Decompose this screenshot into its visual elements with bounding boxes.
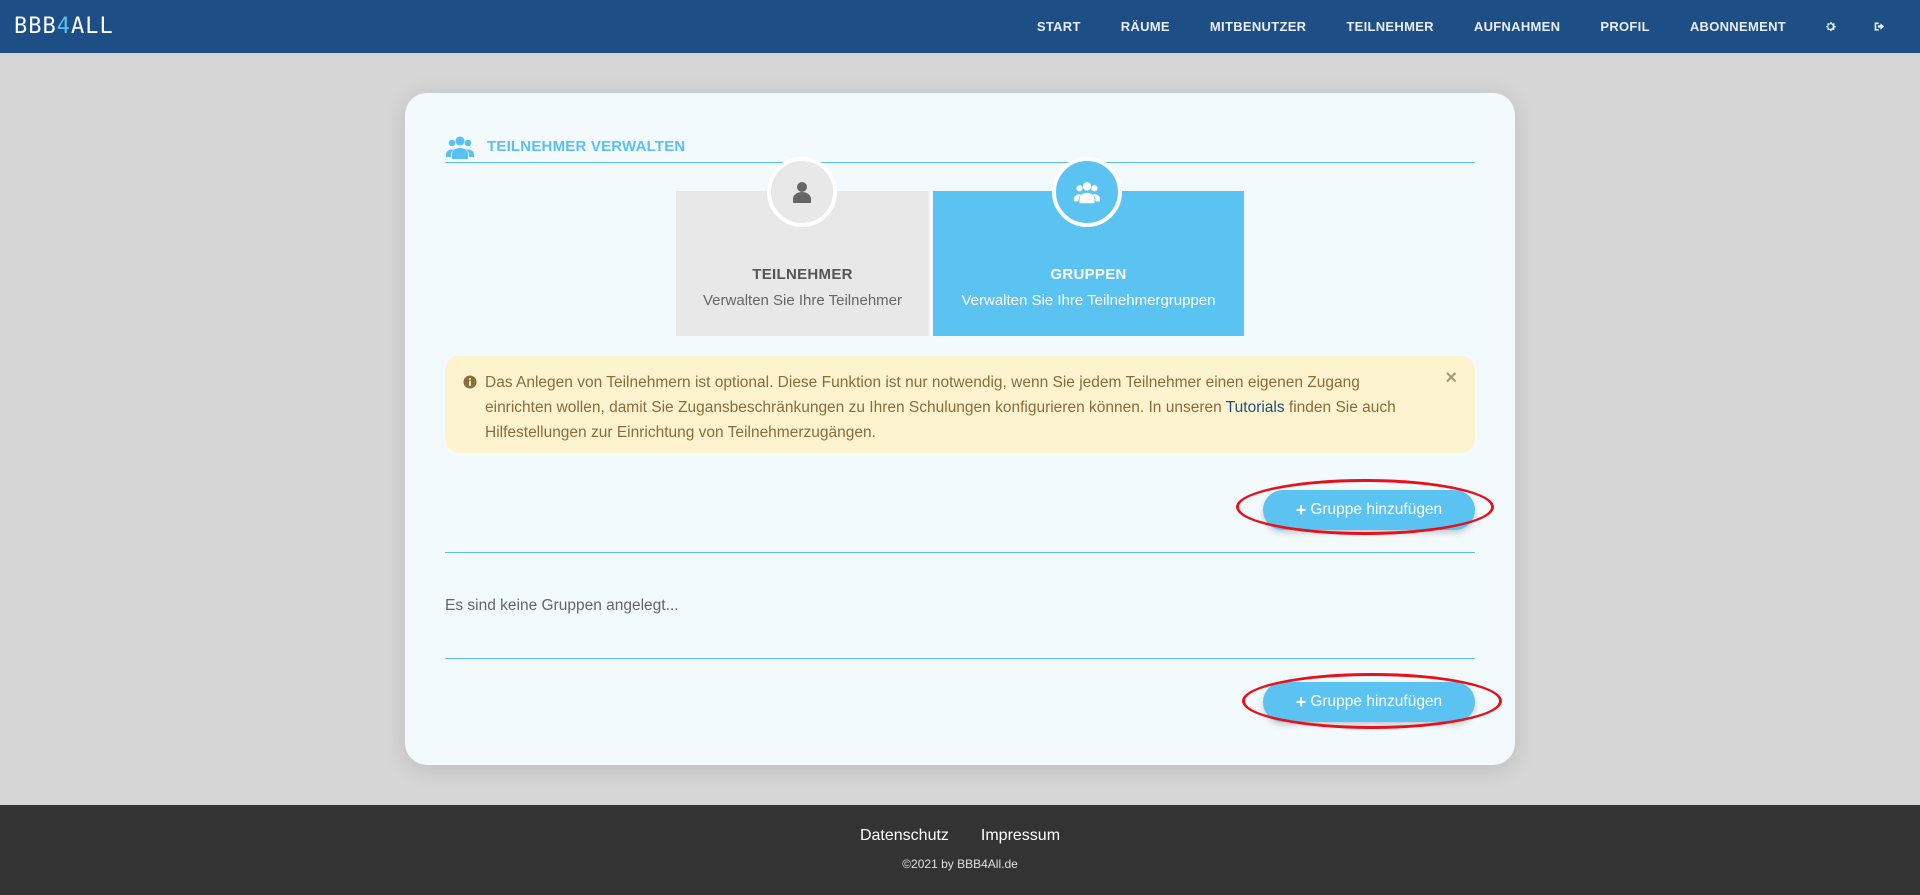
page-footer: Datenschutz Impressum ©2021 by BBB4All.d… <box>0 805 1920 895</box>
tab-teilnehmer-subtitle: Verwalten Sie Ihre Teilnehmer <box>703 292 902 309</box>
tutorials-link[interactable]: Tutorials <box>1226 399 1285 416</box>
brand-name-part3: ALL <box>71 14 114 39</box>
brand-name-part2: 4 <box>56 14 71 39</box>
empty-groups-message: Es sind keine Gruppen angelegt... <box>445 597 679 614</box>
top-navbar: BBB 4 ALL START RÄUME MITBENUTZER TEILNEHM… <box>0 0 1920 53</box>
add-group-label: Gruppe hinzufügen <box>1310 501 1443 518</box>
nav-item-mitbenutzer[interactable]: MITBENUTZER <box>1190 0 1326 53</box>
copyright-text: ©2021 by BBB4All.de <box>902 857 1018 871</box>
nav-menu: START RÄUME MITBENUTZER TEILNEHMER AUFNA… <box>1017 0 1904 53</box>
brand-logo[interactable]: BBB 4 ALL <box>14 14 114 39</box>
close-icon[interactable]: × <box>1445 366 1457 391</box>
gear-icon <box>1826 22 1836 32</box>
plus-icon: + <box>1295 499 1307 520</box>
info-alert: Das Anlegen von Teilnehmern ist optional… <box>445 356 1475 453</box>
divider <box>445 552 1475 553</box>
tab-teilnehmer-title: TEILNEHMER <box>752 266 853 283</box>
footer-links: Datenschutz Impressum <box>0 827 1920 845</box>
settings-button[interactable] <box>1806 0 1855 53</box>
group-icon <box>1052 157 1122 227</box>
logout-icon <box>1874 22 1885 31</box>
section-header: TEILNEHMER VERWALTEN <box>445 131 1475 163</box>
users-icon <box>445 132 475 162</box>
footer-link-datenschutz[interactable]: Datenschutz <box>860 827 949 845</box>
user-icon <box>767 157 837 227</box>
info-icon <box>463 375 477 389</box>
brand-name-part1: BBB <box>14 14 57 39</box>
participants-card: TEILNEHMER VERWALTEN TEILNEHMER Verwalte… <box>405 93 1515 765</box>
section-title: TEILNEHMER VERWALTEN <box>487 138 686 155</box>
nav-item-teilnehmer[interactable]: TEILNEHMER <box>1326 0 1454 53</box>
add-group-label: Gruppe hinzufügen <box>1310 693 1443 710</box>
add-group-button-bottom[interactable]: + Gruppe hinzufügen <box>1263 682 1475 722</box>
nav-item-start[interactable]: START <box>1017 0 1101 53</box>
divider <box>445 658 1475 659</box>
nav-item-aufnahmen[interactable]: AUFNAHMEN <box>1454 0 1580 53</box>
footer-link-impressum[interactable]: Impressum <box>981 827 1060 845</box>
nav-item-raeume[interactable]: RÄUME <box>1101 0 1190 53</box>
nav-item-profil[interactable]: PROFIL <box>1580 0 1669 53</box>
plus-icon: + <box>1295 691 1307 712</box>
tab-gruppen-subtitle: Verwalten Sie Ihre Teilnehmergruppen <box>961 292 1216 309</box>
tab-gruppen-title: GRUPPEN <box>1050 266 1127 283</box>
logout-button[interactable] <box>1855 0 1904 53</box>
add-group-button-top[interactable]: + Gruppe hinzufügen <box>1263 490 1475 530</box>
nav-item-abonnement[interactable]: ABONNEMENT <box>1670 0 1806 53</box>
